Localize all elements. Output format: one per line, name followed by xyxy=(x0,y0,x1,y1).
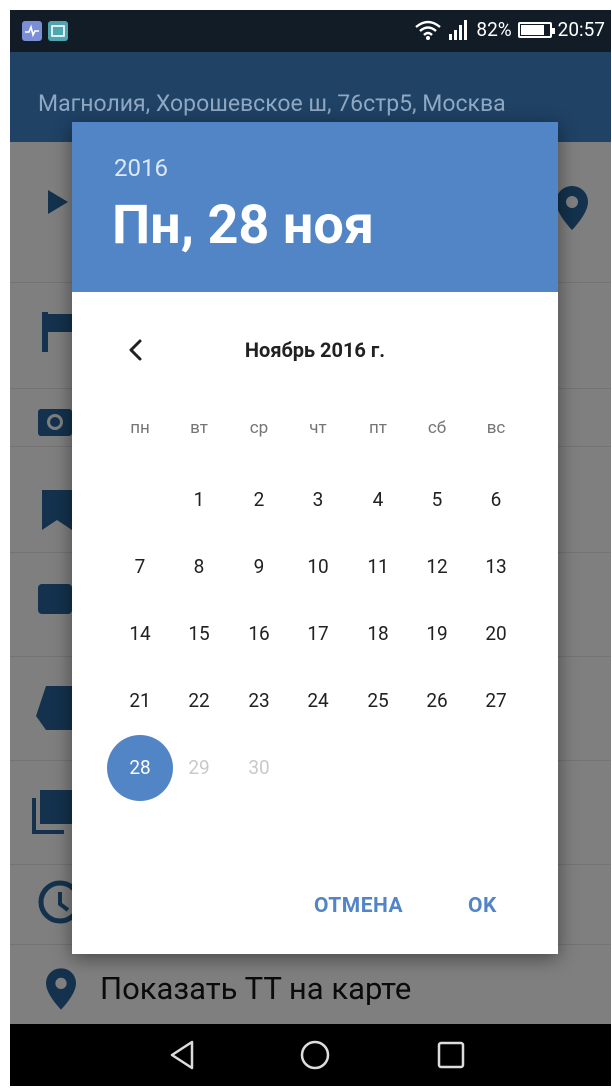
tags-icon xyxy=(36,686,72,730)
flag-icon xyxy=(42,312,72,352)
day-20[interactable]: 20 xyxy=(466,604,526,664)
clock-icon xyxy=(38,880,74,924)
day-4[interactable]: 4 xyxy=(348,470,408,530)
wifi-icon xyxy=(415,20,442,40)
weekday-label: сб xyxy=(427,418,447,438)
day-7[interactable]: 7 xyxy=(110,537,170,597)
camera-icon xyxy=(38,409,72,436)
day-11[interactable]: 11 xyxy=(348,537,408,597)
weekday-label: пн xyxy=(130,418,150,438)
weekday-label: пт xyxy=(369,418,387,438)
day-9[interactable]: 9 xyxy=(229,537,289,597)
day-2[interactable]: 2 xyxy=(229,470,289,530)
day-16[interactable]: 16 xyxy=(229,604,289,664)
navigation-bar xyxy=(10,1024,611,1086)
health-app-notification-icon xyxy=(22,21,42,41)
card-icon xyxy=(38,584,72,614)
day-13[interactable]: 13 xyxy=(466,537,526,597)
month-year-label: Ноябрь 2016 г. xyxy=(244,338,386,362)
battery-percent: 82% xyxy=(476,18,512,41)
day-22[interactable]: 22 xyxy=(169,671,229,731)
location-pin-icon xyxy=(46,968,76,1010)
back-icon[interactable] xyxy=(168,1040,198,1070)
weekday-label: чт xyxy=(309,418,327,438)
day-28[interactable]: 28 xyxy=(107,735,173,801)
status-indicators: 82% 20:57 xyxy=(414,18,605,41)
play-icon xyxy=(48,190,68,214)
weekday-label: вт xyxy=(190,418,208,438)
day-3[interactable]: 3 xyxy=(288,470,348,530)
gallery-notification-icon xyxy=(48,21,68,41)
day-5[interactable]: 5 xyxy=(407,470,467,530)
date-picker-dialog: 2016 Пн, 28 ноя Ноябрь 2016 г. пн вт ср чт п… xyxy=(72,122,558,954)
recents-icon[interactable] xyxy=(436,1040,466,1070)
clock: 20:57 xyxy=(557,18,605,41)
day-8[interactable]: 8 xyxy=(169,537,229,597)
battery-icon xyxy=(517,21,555,38)
app-bar-title: Магнолия, Хорошевское ш, 76стр5, Москва xyxy=(38,90,506,117)
day-1[interactable]: 1 xyxy=(169,470,229,530)
cancel-button[interactable]: ОТМЕНА xyxy=(314,894,403,918)
day-25[interactable]: 25 xyxy=(348,671,408,731)
day-27[interactable]: 27 xyxy=(466,671,526,731)
bookmark-icon xyxy=(42,490,72,530)
show-on-map-item-label: Показать ТТ на карте xyxy=(100,970,412,1007)
day-24[interactable]: 24 xyxy=(288,671,348,731)
day-10[interactable]: 10 xyxy=(288,537,348,597)
day-14[interactable]: 14 xyxy=(110,604,170,664)
day-15[interactable]: 15 xyxy=(169,604,229,664)
screen: 82% 20:57 Магнолия, Хорошевское ш, 76стр… xyxy=(10,10,611,1086)
day-18[interactable]: 18 xyxy=(348,604,408,664)
day-6[interactable]: 6 xyxy=(466,470,526,530)
location-pin-icon xyxy=(556,186,588,230)
status-bar: 82% 20:57 xyxy=(10,10,611,52)
day-29: 29 xyxy=(188,756,210,779)
ok-button[interactable]: OK xyxy=(468,894,497,918)
date-picker-header: 2016 Пн, 28 ноя xyxy=(72,122,558,292)
day-12[interactable]: 12 xyxy=(407,537,467,597)
day-17[interactable]: 17 xyxy=(288,604,348,664)
home-icon[interactable] xyxy=(300,1040,330,1070)
day-26[interactable]: 26 xyxy=(407,671,467,731)
header-year[interactable]: 2016 xyxy=(114,154,168,182)
signal-icon xyxy=(449,19,468,40)
day-30: 30 xyxy=(248,756,270,779)
weekday-label: ср xyxy=(249,418,269,438)
weekday-label: вс xyxy=(486,418,506,438)
header-selected-date[interactable]: Пн, 28 ноя xyxy=(112,194,374,257)
day-21[interactable]: 21 xyxy=(110,671,170,731)
day-19[interactable]: 19 xyxy=(407,604,467,664)
day-23[interactable]: 23 xyxy=(229,671,289,731)
photo-library-icon xyxy=(32,790,72,834)
